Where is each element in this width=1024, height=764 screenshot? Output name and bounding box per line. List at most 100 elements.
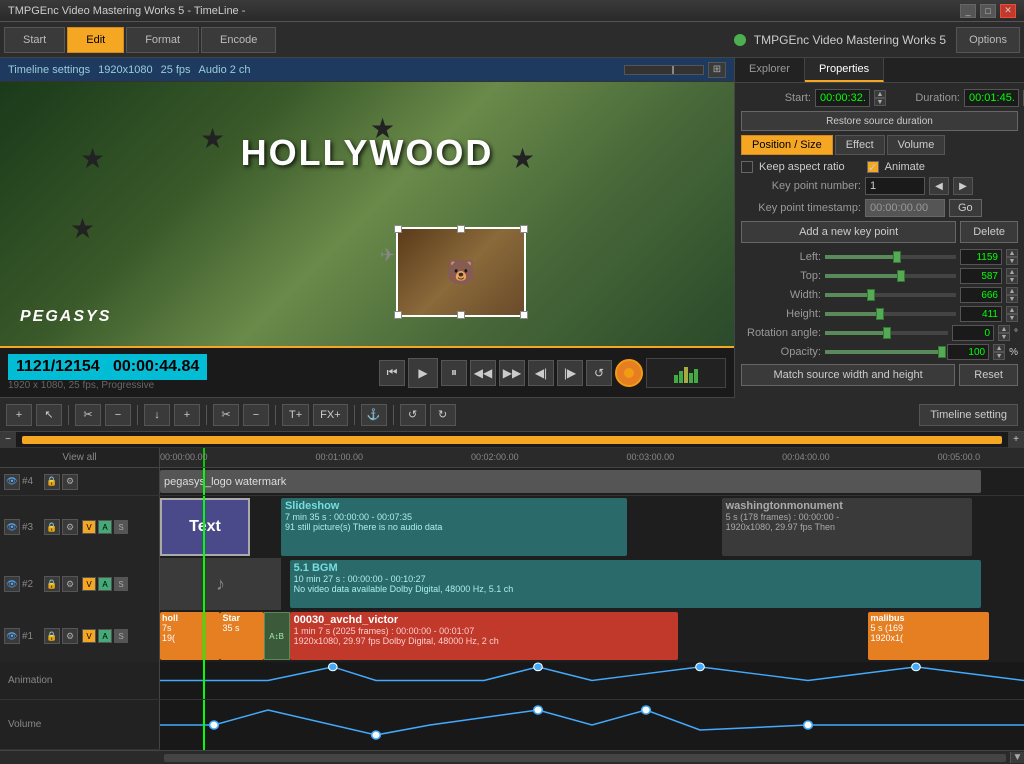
selection-handle-bl[interactable] xyxy=(394,311,402,319)
track-4-lock[interactable]: 🔒 xyxy=(44,474,60,490)
opacity-value[interactable] xyxy=(947,344,989,360)
track-1-s-btn[interactable]: S xyxy=(114,629,128,643)
start-input[interactable] xyxy=(815,89,870,107)
clip-holl[interactable]: holl 7s 19( xyxy=(160,612,220,660)
clip-slideshow[interactable]: Slideshow 7 min 35 s : 00:00:00 - 00:07:… xyxy=(281,498,627,556)
selection-handle-br[interactable] xyxy=(520,311,528,319)
go-button[interactable]: Go xyxy=(949,199,982,217)
height-spin-up[interactable]: ▲ xyxy=(1006,306,1018,314)
height-slider-track[interactable] xyxy=(825,312,956,316)
clip-malibus[interactable]: malibus 5 s (169 1920x1( xyxy=(868,612,989,660)
track-2-a-btn[interactable]: A xyxy=(98,577,112,591)
clip-pegasys-watermark[interactable]: pegasys_logo watermark xyxy=(160,470,981,493)
top-spin-up[interactable]: ▲ xyxy=(1006,268,1018,276)
minimize-button[interactable]: _ xyxy=(960,4,976,18)
rotation-spin-down[interactable]: ▼ xyxy=(998,333,1010,341)
tl-minus2-button[interactable]: − xyxy=(243,404,269,426)
tl-cursor-button[interactable]: ↖ xyxy=(36,404,62,426)
top-spin-down[interactable]: ▼ xyxy=(1006,276,1018,284)
height-value[interactable] xyxy=(960,306,1002,322)
pause-button[interactable]: ⏸ xyxy=(441,360,467,386)
sub-tab-position[interactable]: Position / Size xyxy=(741,135,833,155)
keypoint-input[interactable] xyxy=(865,177,925,195)
track-2-v-btn[interactable]: V xyxy=(82,577,96,591)
zoom-slider[interactable] xyxy=(624,65,704,75)
close-button[interactable]: ✕ xyxy=(1000,4,1016,18)
nav-start-button[interactable]: Start xyxy=(4,27,65,53)
rotation-slider-track[interactable] xyxy=(825,331,948,335)
track-2-eye[interactable]: 👁 xyxy=(4,576,20,592)
tl-minus-button[interactable]: − xyxy=(105,404,131,426)
opacity-spin-up[interactable]: ▲ xyxy=(993,344,1005,352)
track-1-settings[interactable]: ⚙ xyxy=(62,628,78,644)
step-back-button[interactable]: ◀◀ xyxy=(470,360,496,386)
start-spin-down[interactable]: ▼ xyxy=(874,98,886,106)
frame-forward-button[interactable]: |▶ xyxy=(557,360,583,386)
hscroll-bar[interactable] xyxy=(164,754,1006,762)
top-slider-track[interactable] xyxy=(825,274,956,278)
match-source-button[interactable]: Match source width and height xyxy=(741,364,955,386)
tl-add2-button[interactable]: + xyxy=(174,404,200,426)
nav-format-button[interactable]: Format xyxy=(126,27,199,53)
tl-down-button[interactable]: ↓ xyxy=(144,404,170,426)
selection-handle-tl[interactable] xyxy=(394,225,402,233)
track-4-eye[interactable]: 👁 xyxy=(4,474,20,490)
scroll-plus-button[interactable]: + xyxy=(1008,432,1024,448)
keypoint-ts-input[interactable] xyxy=(865,199,945,217)
keypoint-next-button[interactable]: ▶ xyxy=(953,177,973,195)
timeline-scroll-bar[interactable] xyxy=(22,436,1002,444)
tl-text-button[interactable]: T+ xyxy=(282,404,309,426)
clip-washington[interactable]: washingtonmonument 5 s (178 frames) : 00… xyxy=(722,498,973,556)
tl-add-button[interactable]: + xyxy=(6,404,32,426)
clip-star[interactable]: Star 35 s xyxy=(220,612,263,660)
left-spin-up[interactable]: ▲ xyxy=(1006,249,1018,257)
rotation-value[interactable] xyxy=(952,325,994,341)
timeline-setting-button[interactable]: Timeline setting xyxy=(919,404,1018,426)
hscroll-right-btn[interactable]: ▼ xyxy=(1010,752,1024,763)
frame-back-button[interactable]: ◀| xyxy=(528,360,554,386)
nav-edit-button[interactable]: Edit xyxy=(67,27,124,53)
scroll-minus-button[interactable]: − xyxy=(0,432,16,448)
record-button[interactable] xyxy=(615,359,643,387)
clip-bgm[interactable]: 5.1 BGM 10 min 27 s : 00:00:00 - 00:10:2… xyxy=(290,560,981,608)
options-button[interactable]: Options xyxy=(956,27,1020,53)
left-spin-down[interactable]: ▼ xyxy=(1006,257,1018,265)
tab-properties[interactable]: Properties xyxy=(805,58,884,82)
play-button[interactable]: ▶ xyxy=(408,358,438,388)
track-4-settings[interactable]: ⚙ xyxy=(62,474,78,490)
keep-aspect-checkbox[interactable] xyxy=(741,161,753,173)
sub-tab-effect[interactable]: Effect xyxy=(835,135,885,155)
width-spin-up[interactable]: ▲ xyxy=(1006,287,1018,295)
track-1-a-btn[interactable]: A xyxy=(98,629,112,643)
left-value[interactable] xyxy=(960,249,1002,265)
keypoint-prev-button[interactable]: ◀ xyxy=(929,177,949,195)
track-3-s-btn[interactable]: S xyxy=(114,520,128,534)
selection-handle-tr[interactable] xyxy=(520,225,528,233)
track-2-s-btn[interactable]: S xyxy=(114,577,128,591)
zoom-button[interactable]: ⊞ xyxy=(708,62,726,78)
track-3-settings[interactable]: ⚙ xyxy=(62,519,78,535)
tl-fx-button[interactable]: FX+ xyxy=(313,404,347,426)
start-spin-up[interactable]: ▲ xyxy=(874,90,886,98)
tab-explorer[interactable]: Explorer xyxy=(735,58,805,82)
nav-encode-button[interactable]: Encode xyxy=(201,27,276,53)
width-spin-down[interactable]: ▼ xyxy=(1006,295,1018,303)
width-value[interactable] xyxy=(960,287,1002,303)
top-value[interactable] xyxy=(960,268,1002,284)
loop-button[interactable]: ↺ xyxy=(586,360,612,386)
clip-00030[interactable]: 00030_avchd_victor 1 min 7 s (2025 frame… xyxy=(290,612,679,660)
track-1-lock[interactable]: 🔒 xyxy=(44,628,60,644)
tl-redo-button[interactable]: ↻ xyxy=(430,404,456,426)
tl-cut-button[interactable]: ✂ xyxy=(75,404,101,426)
tl-cut2-button[interactable]: ✂ xyxy=(213,404,239,426)
track-2-settings[interactable]: ⚙ xyxy=(62,576,78,592)
maximize-button[interactable]: □ xyxy=(980,4,996,18)
rotation-spin-up[interactable]: ▲ xyxy=(998,325,1010,333)
selection-box[interactable]: 🐻 xyxy=(396,227,526,317)
width-slider-track[interactable] xyxy=(825,293,956,297)
delete-keypoint-button[interactable]: Delete xyxy=(960,221,1018,243)
add-keypoint-button[interactable]: Add a new key point xyxy=(741,221,956,243)
restore-button[interactable]: Restore source duration xyxy=(741,111,1018,131)
track-3-lock[interactable]: 🔒 xyxy=(44,519,60,535)
track-3-eye[interactable]: 👁 xyxy=(4,519,20,535)
